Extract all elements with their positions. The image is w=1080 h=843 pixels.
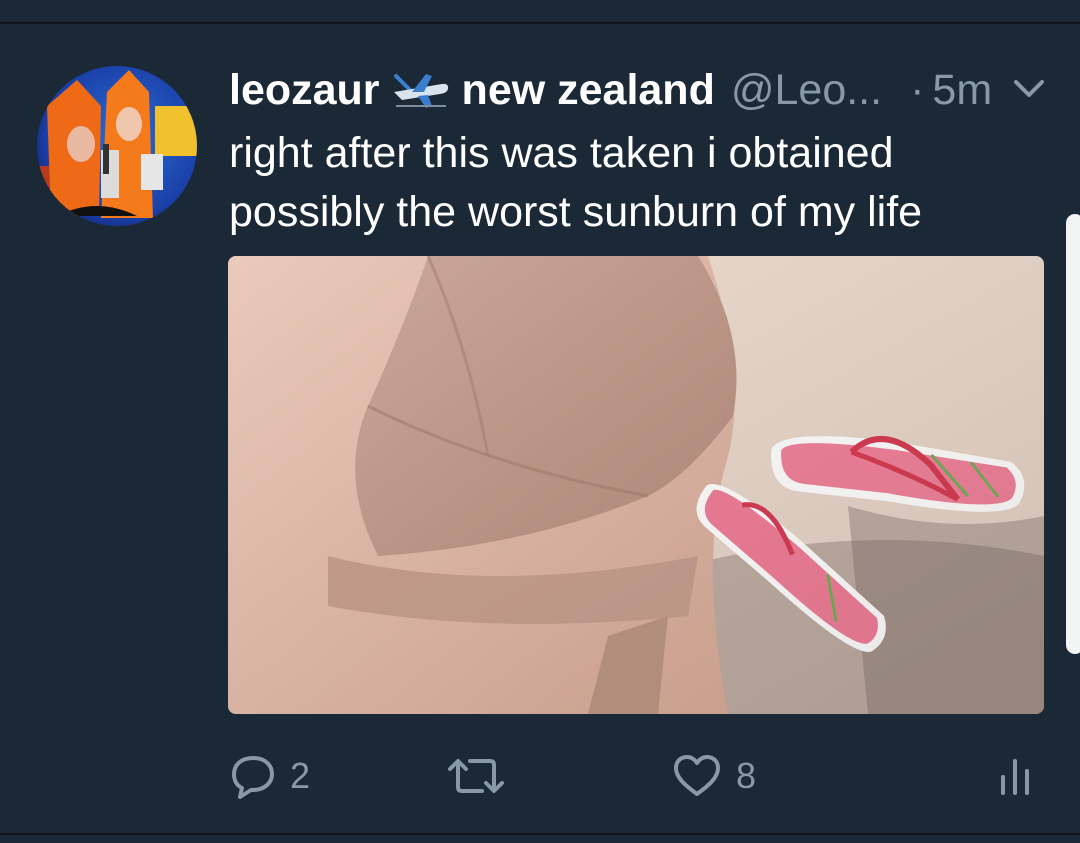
chevron-down-icon[interactable] xyxy=(1012,76,1046,102)
tweet-photo[interactable] xyxy=(228,256,1044,714)
reply-count: 2 xyxy=(290,755,311,796)
display-name[interactable]: leozaur xyxy=(229,66,380,115)
tweet-header: leozaur new zealand @Leo... · 5m xyxy=(229,62,992,118)
retweet-icon xyxy=(448,759,504,793)
scrollbar[interactable] xyxy=(1066,214,1080,654)
tweet-text: right after this was taken i obtained po… xyxy=(229,129,923,236)
bottom-divider xyxy=(0,833,1080,835)
timestamp[interactable]: 5m xyxy=(932,66,992,115)
avatar-image xyxy=(37,66,197,226)
airplane-icon xyxy=(392,70,450,110)
top-divider xyxy=(0,22,1080,24)
avatar[interactable] xyxy=(37,66,197,226)
retweet-button[interactable] xyxy=(446,752,520,800)
reply-button[interactable]: 2 xyxy=(230,752,310,800)
analytics-button[interactable] xyxy=(998,752,1032,800)
reply-icon xyxy=(232,756,274,799)
photo-image xyxy=(228,256,1044,714)
separator-dot: · xyxy=(910,65,925,114)
heart-icon xyxy=(674,755,720,796)
display-name-suffix[interactable]: new zealand xyxy=(462,66,715,115)
like-count: 8 xyxy=(736,755,757,796)
analytics-icon xyxy=(1001,759,1029,795)
like-button[interactable]: 8 xyxy=(672,752,756,800)
user-handle[interactable]: @Leo... xyxy=(731,66,882,115)
